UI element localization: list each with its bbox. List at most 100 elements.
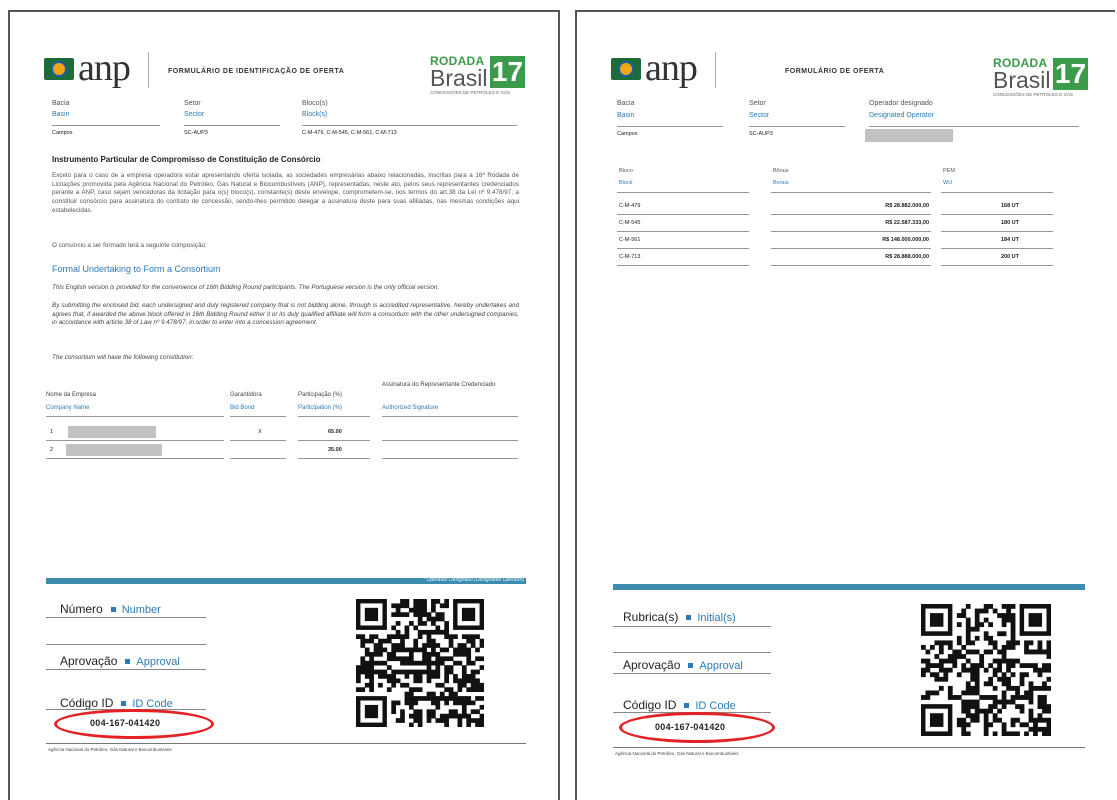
divider <box>298 416 370 417</box>
divider <box>771 214 931 215</box>
section-en-title: Formal Undertaking to Form a Consortium <box>52 264 221 274</box>
divider <box>46 416 224 417</box>
divider <box>302 125 517 126</box>
row-number: 1 <box>50 429 54 435</box>
section-pt-title: Instrumento Particular de Compromisso de… <box>52 155 321 164</box>
divider <box>298 458 370 459</box>
rodada-brasil-logo: RODADA Brasil 17 CONCESSÕES DE PETRÓLEO … <box>993 56 1093 106</box>
setor-label: Setor <box>749 100 766 107</box>
divider <box>46 617 206 618</box>
divider <box>382 458 518 459</box>
divider <box>46 743 526 744</box>
anp-logo-text: anp <box>78 47 131 89</box>
approval-label: Approval <box>699 660 743 672</box>
pem-value: 180 UT <box>1000 220 1019 226</box>
anp-emblem-icon <box>44 58 74 80</box>
col-empresa-pt: Nome da Empresa <box>46 392 97 398</box>
rubrica-field: Rubrica(s) Initial(s) <box>623 610 736 624</box>
divider <box>46 458 224 459</box>
divider <box>617 126 723 127</box>
divider <box>382 440 518 441</box>
divider <box>869 126 1079 127</box>
aprovacao-label: Aprovação <box>623 658 681 672</box>
rodada-brasil-logo: RODADA Brasil 17 CONCESSÕES DE PETRÓLEO … <box>430 54 530 104</box>
numero-label: Número <box>60 602 103 616</box>
table-row: C-M-545 R$ 22.587.333,00 180 UT <box>617 217 1087 235</box>
divider <box>46 440 224 441</box>
bonus-value: R$ 22.587.333,00 <box>885 220 929 226</box>
numero-field: Número Number <box>60 602 161 616</box>
divider <box>941 231 1053 232</box>
block-code: C-M-545 <box>619 220 641 226</box>
divider <box>230 458 286 459</box>
footer-agency: Agência Nacional do Petróleo, Gás Natura… <box>48 747 172 752</box>
logo-divider <box>148 52 149 88</box>
divider <box>298 440 370 441</box>
col-part-en: Participation (%) <box>298 405 343 411</box>
codigo-label: Código ID <box>623 698 677 712</box>
divider <box>617 192 749 193</box>
table-row: 1 X 65.00 <box>46 426 526 440</box>
setor-value: SC-AUP3 <box>749 131 773 137</box>
redacted-company-name <box>68 426 156 438</box>
participation-value: 65.00 <box>328 429 342 435</box>
bonus-value: R$ 28.888.000,00 <box>885 254 929 260</box>
footer-agency: Agência Nacional do Petróleo, Gás Natura… <box>615 751 739 756</box>
divider <box>771 248 931 249</box>
initials-label: Initial(s) <box>697 612 736 624</box>
participation-value: 35.00 <box>328 447 342 453</box>
redacted-operator <box>865 129 953 142</box>
bonus-value: R$ 28.882.000,00 <box>885 203 929 209</box>
table-row: C-M-713 R$ 28.888.000,00 200 UT <box>617 251 1087 269</box>
aprovacao-field: Aprovação Approval <box>623 658 743 672</box>
divider <box>941 214 1053 215</box>
block-code: C-M-561 <box>619 237 641 243</box>
bloco-label: Bloco(s) <box>302 100 328 107</box>
highlight-ellipse <box>54 709 214 739</box>
round-number: 17 <box>490 56 525 88</box>
divider <box>749 126 845 127</box>
divider <box>46 644 206 645</box>
divider <box>617 265 749 266</box>
col-block-en: Block <box>619 180 633 186</box>
col-wu-en: WU <box>943 180 953 186</box>
form-title: FORMULÁRIO DE IDENTIFICAÇÃO DE OFERTA <box>168 68 345 75</box>
divider <box>941 192 1053 193</box>
divider <box>613 673 771 674</box>
divider <box>771 192 931 193</box>
form-page-offer: anp FORMULÁRIO DE OFERTA RODADA Brasil 1… <box>575 10 1115 800</box>
bacia-label: Bacia <box>52 100 70 107</box>
basin-label: Basin <box>52 111 70 118</box>
form-page-identification: anp FORMULÁRIO DE IDENTIFICAÇÃO DE OFERT… <box>8 10 560 800</box>
block-code: C-M-479 <box>619 203 641 209</box>
bacia-value: Campos <box>617 131 638 137</box>
rubrica-label: Rubrica(s) <box>623 610 679 624</box>
section-en-closing: The consortium will have the following c… <box>52 354 194 361</box>
row-number: 2 <box>50 447 54 453</box>
form-title: FORMULÁRIO DE OFERTA <box>785 68 885 75</box>
block-code: C-M-713 <box>619 254 641 260</box>
basin-label: Basin <box>617 112 635 119</box>
redacted-company-name <box>66 444 162 456</box>
bacia-label: Bacia <box>617 100 635 107</box>
rodada-subtitle: CONCESSÕES DE PETRÓLEO E GÁS <box>430 90 511 95</box>
divider <box>617 248 749 249</box>
bullet-icon <box>684 702 690 708</box>
codigo-label: Código ID <box>60 696 114 710</box>
designated-operator-label: Designated Operator <box>869 112 934 119</box>
bullet-icon <box>688 662 694 668</box>
footer-band <box>613 584 1085 590</box>
divider <box>613 747 1085 748</box>
col-bloco-pt: Bloco <box>619 168 633 174</box>
id-code-label: ID Code <box>695 700 736 712</box>
divider <box>46 669 206 670</box>
bid-bond-mark: X <box>258 429 262 435</box>
highlight-ellipse <box>619 712 775 743</box>
divider <box>617 231 749 232</box>
col-garant-en: Bid Bond <box>230 405 255 411</box>
section-en-text: By submitting the enclosed bid, each und… <box>52 302 519 327</box>
approval-label: Approval <box>136 656 180 668</box>
brasil-label: Brasil <box>993 67 1051 93</box>
col-part-pt: Participação (%) <box>298 392 343 398</box>
col-garant-pt: Garantidora <box>230 392 262 398</box>
